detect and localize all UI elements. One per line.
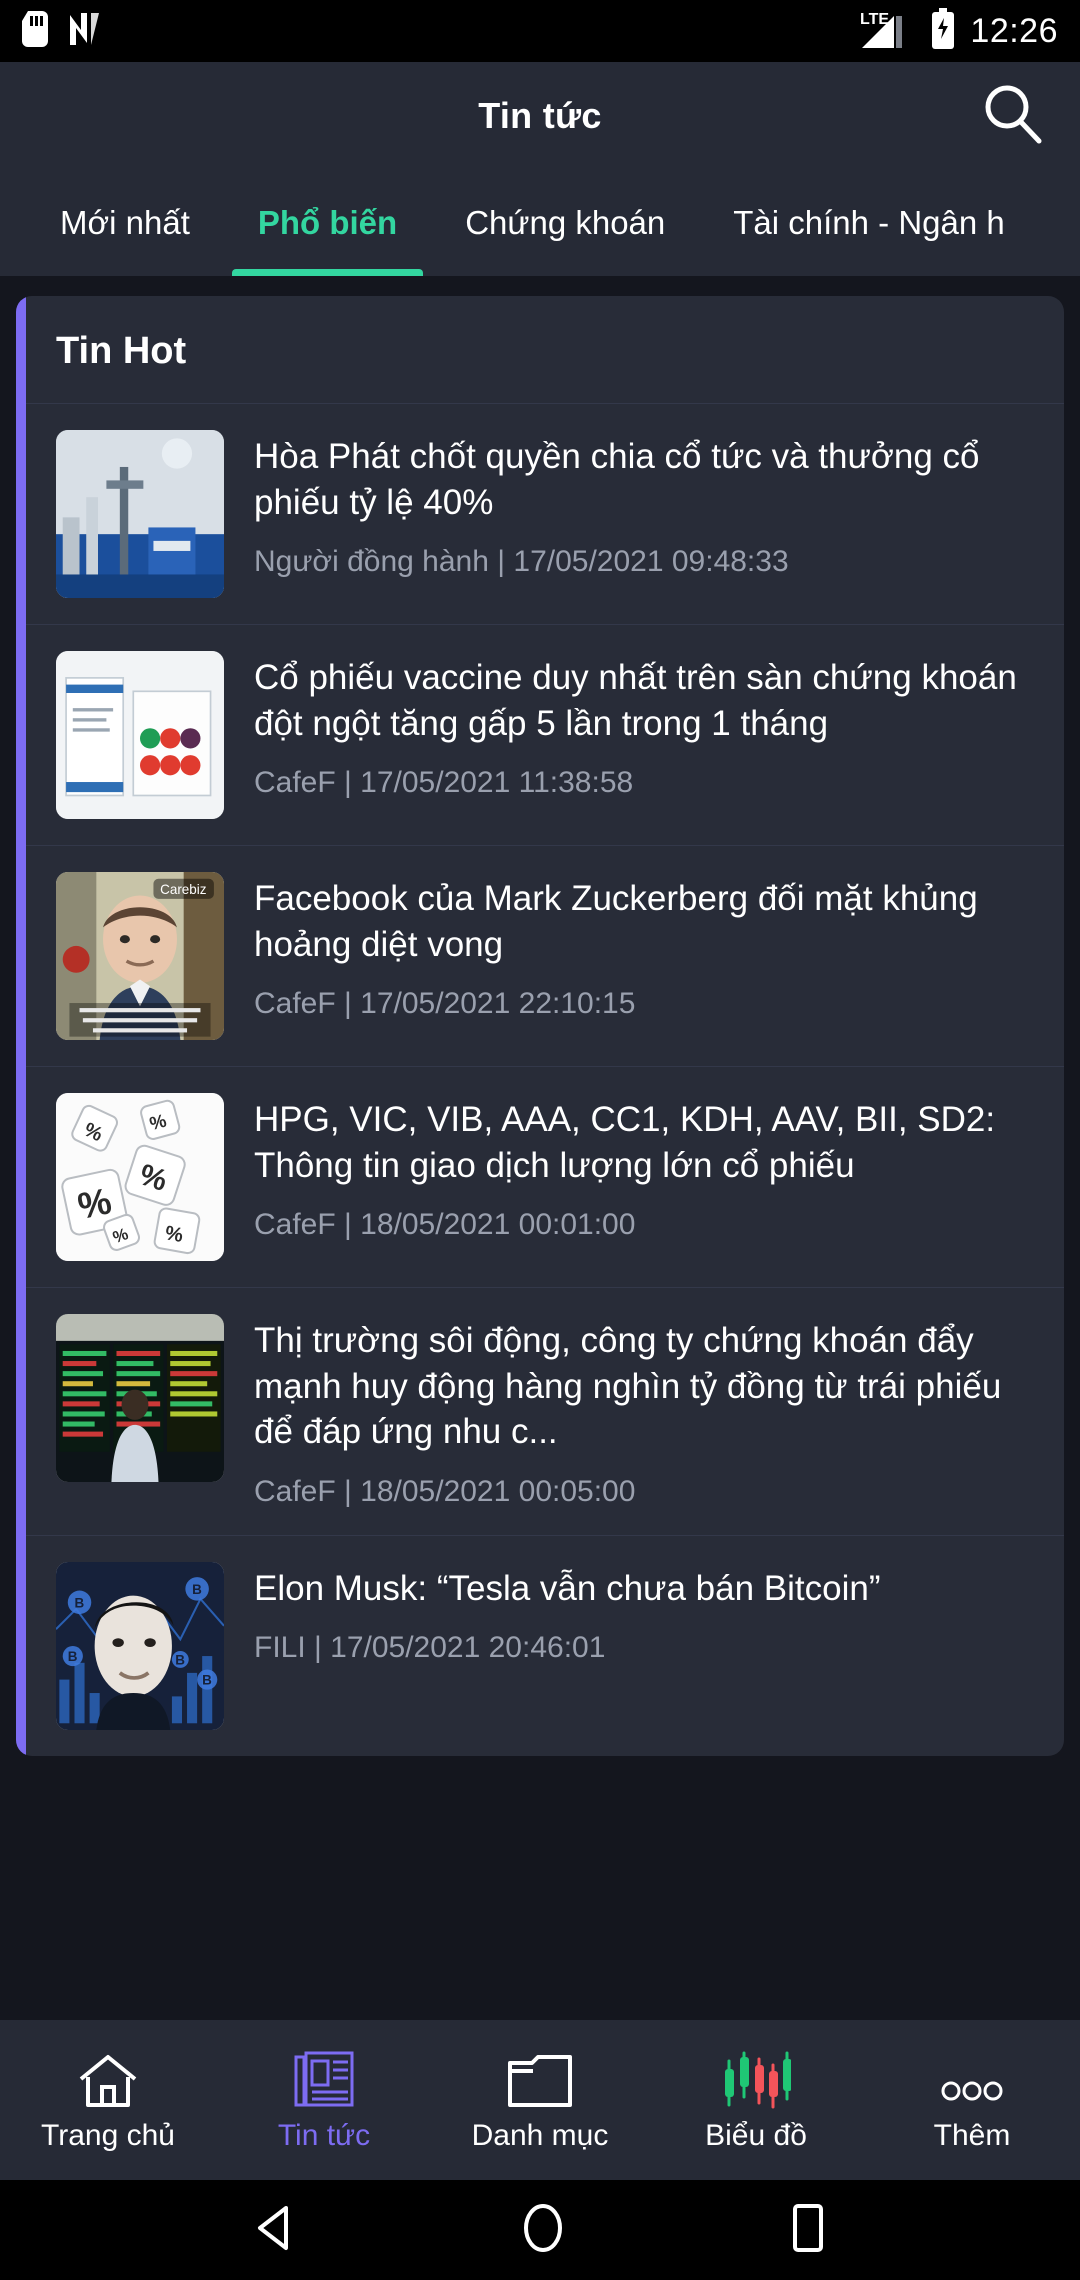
app-screen: LTE 12:26 Tin tức Mới nhất Phổ biến Chứn… bbox=[0, 0, 1080, 2280]
news-meta: CafeF | 18/05/2021 00:05:00 bbox=[254, 1474, 636, 1508]
news-list-item[interactable]: Hòa Phát chốt quyền chia cổ tức và thưởn… bbox=[16, 403, 1064, 624]
recents-button[interactable] bbox=[788, 2202, 828, 2259]
news-thumbnail-percent-dice: % % % % % % bbox=[56, 1093, 224, 1261]
newspaper-icon bbox=[294, 2047, 354, 2109]
news-title: Thị trường sôi động, công ty chứng khoán… bbox=[254, 1321, 1002, 1451]
svg-text:%: % bbox=[163, 1222, 185, 1247]
news-text-block: Elon Musk: “Tesla vẫn chưa bán Bitcoin” … bbox=[254, 1562, 1036, 1730]
status-bar-right-icons: LTE 12:26 bbox=[860, 7, 1058, 55]
back-button[interactable] bbox=[252, 2204, 298, 2257]
tin-hot-card: Tin Hot Hòa Phát chốt quyền chia cổ tức … bbox=[16, 296, 1064, 1756]
news-thumbnail-mark-zuckerberg: Carebiz bbox=[56, 872, 224, 1040]
tab-label: Chứng khoán bbox=[465, 204, 666, 241]
news-list-item[interactable]: B B B B B Elon Musk: “Tesla vẫn chưa bán B… bbox=[16, 1534, 1064, 1756]
news-text-block: Facebook của Mark Zuckerberg đối mặt khủ… bbox=[254, 872, 1036, 1040]
nfc-icon bbox=[68, 11, 102, 52]
news-title: Hòa Phát chốt quyền chia cổ tức và thưởn… bbox=[254, 437, 980, 522]
folder-icon bbox=[506, 2047, 574, 2109]
bottom-navigation[interactable]: Trang chủ Tin tức Danh mục Biểu đồ Thêm bbox=[0, 2020, 1080, 2180]
candlestick-chart-icon bbox=[721, 2047, 791, 2109]
nav-label: Danh mục bbox=[471, 2119, 609, 2152]
tab-tai-chinh-ngan-hang[interactable]: Tài chính - Ngân h bbox=[699, 170, 1038, 276]
news-text-block: Cổ phiếu vaccine duy nhất trên sàn chứng… bbox=[254, 651, 1036, 819]
svg-text:B: B bbox=[74, 1595, 84, 1610]
svg-text:B: B bbox=[202, 1672, 212, 1687]
nav-label: Trang chủ bbox=[41, 2119, 175, 2152]
sd-card-icon bbox=[22, 10, 48, 52]
nav-item-trang-chu[interactable]: Trang chủ bbox=[0, 2047, 216, 2153]
tab-chung-khoan[interactable]: Chứng khoán bbox=[431, 170, 699, 276]
app-bar: Tin tức bbox=[0, 62, 1080, 170]
svg-text:Carebiz: Carebiz bbox=[160, 882, 207, 897]
section-accent-bar bbox=[16, 296, 26, 1756]
category-tabs[interactable]: Mới nhất Phổ biến Chứng khoán Tài chính … bbox=[0, 170, 1080, 276]
battery-charging-icon bbox=[930, 7, 956, 55]
android-system-nav[interactable] bbox=[0, 2180, 1080, 2280]
tab-label: Phổ biến bbox=[257, 204, 398, 241]
news-title: Cổ phiếu vaccine duy nhất trên sàn chứng… bbox=[254, 658, 1017, 743]
section-title: Tin Hot bbox=[56, 330, 187, 372]
status-bar-left-icons bbox=[22, 10, 102, 52]
tab-label: Tài chính - Ngân h bbox=[733, 204, 1005, 241]
home-icon bbox=[77, 2047, 139, 2109]
news-meta: CafeF | 17/05/2021 11:38:58 bbox=[254, 766, 634, 799]
news-meta: FILI | 17/05/2021 20:46:01 bbox=[254, 1631, 606, 1664]
news-title: HPG, VIC, VIB, AAA, CC1, KDH, AAV, BII, … bbox=[254, 1100, 996, 1185]
svg-text:B: B bbox=[68, 1649, 78, 1664]
news-meta: Người đồng hành | 17/05/2021 09:48:33 bbox=[254, 545, 789, 578]
nav-label: Biểu đồ bbox=[705, 2119, 807, 2152]
news-thumbnail-elon-musk-bitcoin: B B B B B bbox=[56, 1561, 224, 1730]
news-thumbnail-trading-floor bbox=[56, 1314, 224, 1482]
status-bar: LTE 12:26 bbox=[0, 0, 1080, 62]
nav-label: Tin tức bbox=[277, 2119, 371, 2152]
search-icon bbox=[976, 78, 1048, 155]
news-list-item[interactable]: Thị trường sôi động, công ty chứng khoán… bbox=[16, 1287, 1064, 1535]
svg-text:B: B bbox=[192, 1581, 202, 1596]
news-title: Facebook của Mark Zuckerberg đối mặt khủ… bbox=[254, 879, 978, 964]
home-button[interactable] bbox=[521, 2202, 565, 2259]
nav-label: Thêm bbox=[933, 2119, 1011, 2152]
news-meta: CafeF | 18/05/2021 00:01:00 bbox=[254, 1208, 636, 1241]
news-list-item[interactable]: Carebiz Facebook của Mark Zuckerberg đối… bbox=[16, 845, 1064, 1066]
search-button[interactable] bbox=[974, 78, 1050, 154]
news-text-block: Hòa Phát chốt quyền chia cổ tức và thưởn… bbox=[254, 430, 1036, 598]
news-scroll-area[interactable]: Tin Hot Hòa Phát chốt quyền chia cổ tức … bbox=[0, 276, 1080, 2120]
tab-pho-bien[interactable]: Phổ biến bbox=[224, 170, 431, 276]
nav-item-tin-tuc[interactable]: Tin tức bbox=[216, 2047, 432, 2153]
lte-signal-icon: LTE bbox=[860, 8, 916, 55]
nav-item-them[interactable]: Thêm bbox=[864, 2047, 1080, 2153]
svg-text:B: B bbox=[175, 1652, 185, 1667]
tab-label: Mới nhất bbox=[60, 204, 190, 241]
news-title: Elon Musk: “Tesla vẫn chưa bán Bitcoin” bbox=[254, 1568, 881, 1608]
more-dots-icon bbox=[937, 2047, 1007, 2109]
news-list-item[interactable]: % % % % % % HPG, VIC, VIB, AAA, CC1, KDH… bbox=[16, 1066, 1064, 1287]
tab-moi-nhat[interactable]: Mới nhất bbox=[26, 170, 224, 276]
nav-item-bieu-do[interactable]: Biểu đồ bbox=[648, 2047, 864, 2153]
nav-item-danh-muc[interactable]: Danh mục bbox=[432, 2047, 648, 2153]
news-thumbnail-vaccine-box bbox=[56, 651, 224, 819]
page-title: Tin tức bbox=[478, 95, 602, 136]
news-text-block: Thị trường sôi động, công ty chứng khoán… bbox=[254, 1314, 1036, 1509]
news-thumbnail-industrial-plant bbox=[56, 430, 224, 598]
news-text-block: HPG, VIC, VIB, AAA, CC1, KDH, AAV, BII, … bbox=[254, 1093, 1036, 1261]
news-list-item[interactable]: Cổ phiếu vaccine duy nhất trên sàn chứng… bbox=[16, 624, 1064, 845]
news-meta: CafeF | 17/05/2021 22:10:15 bbox=[254, 987, 636, 1020]
status-bar-clock: 12:26 bbox=[970, 11, 1058, 50]
